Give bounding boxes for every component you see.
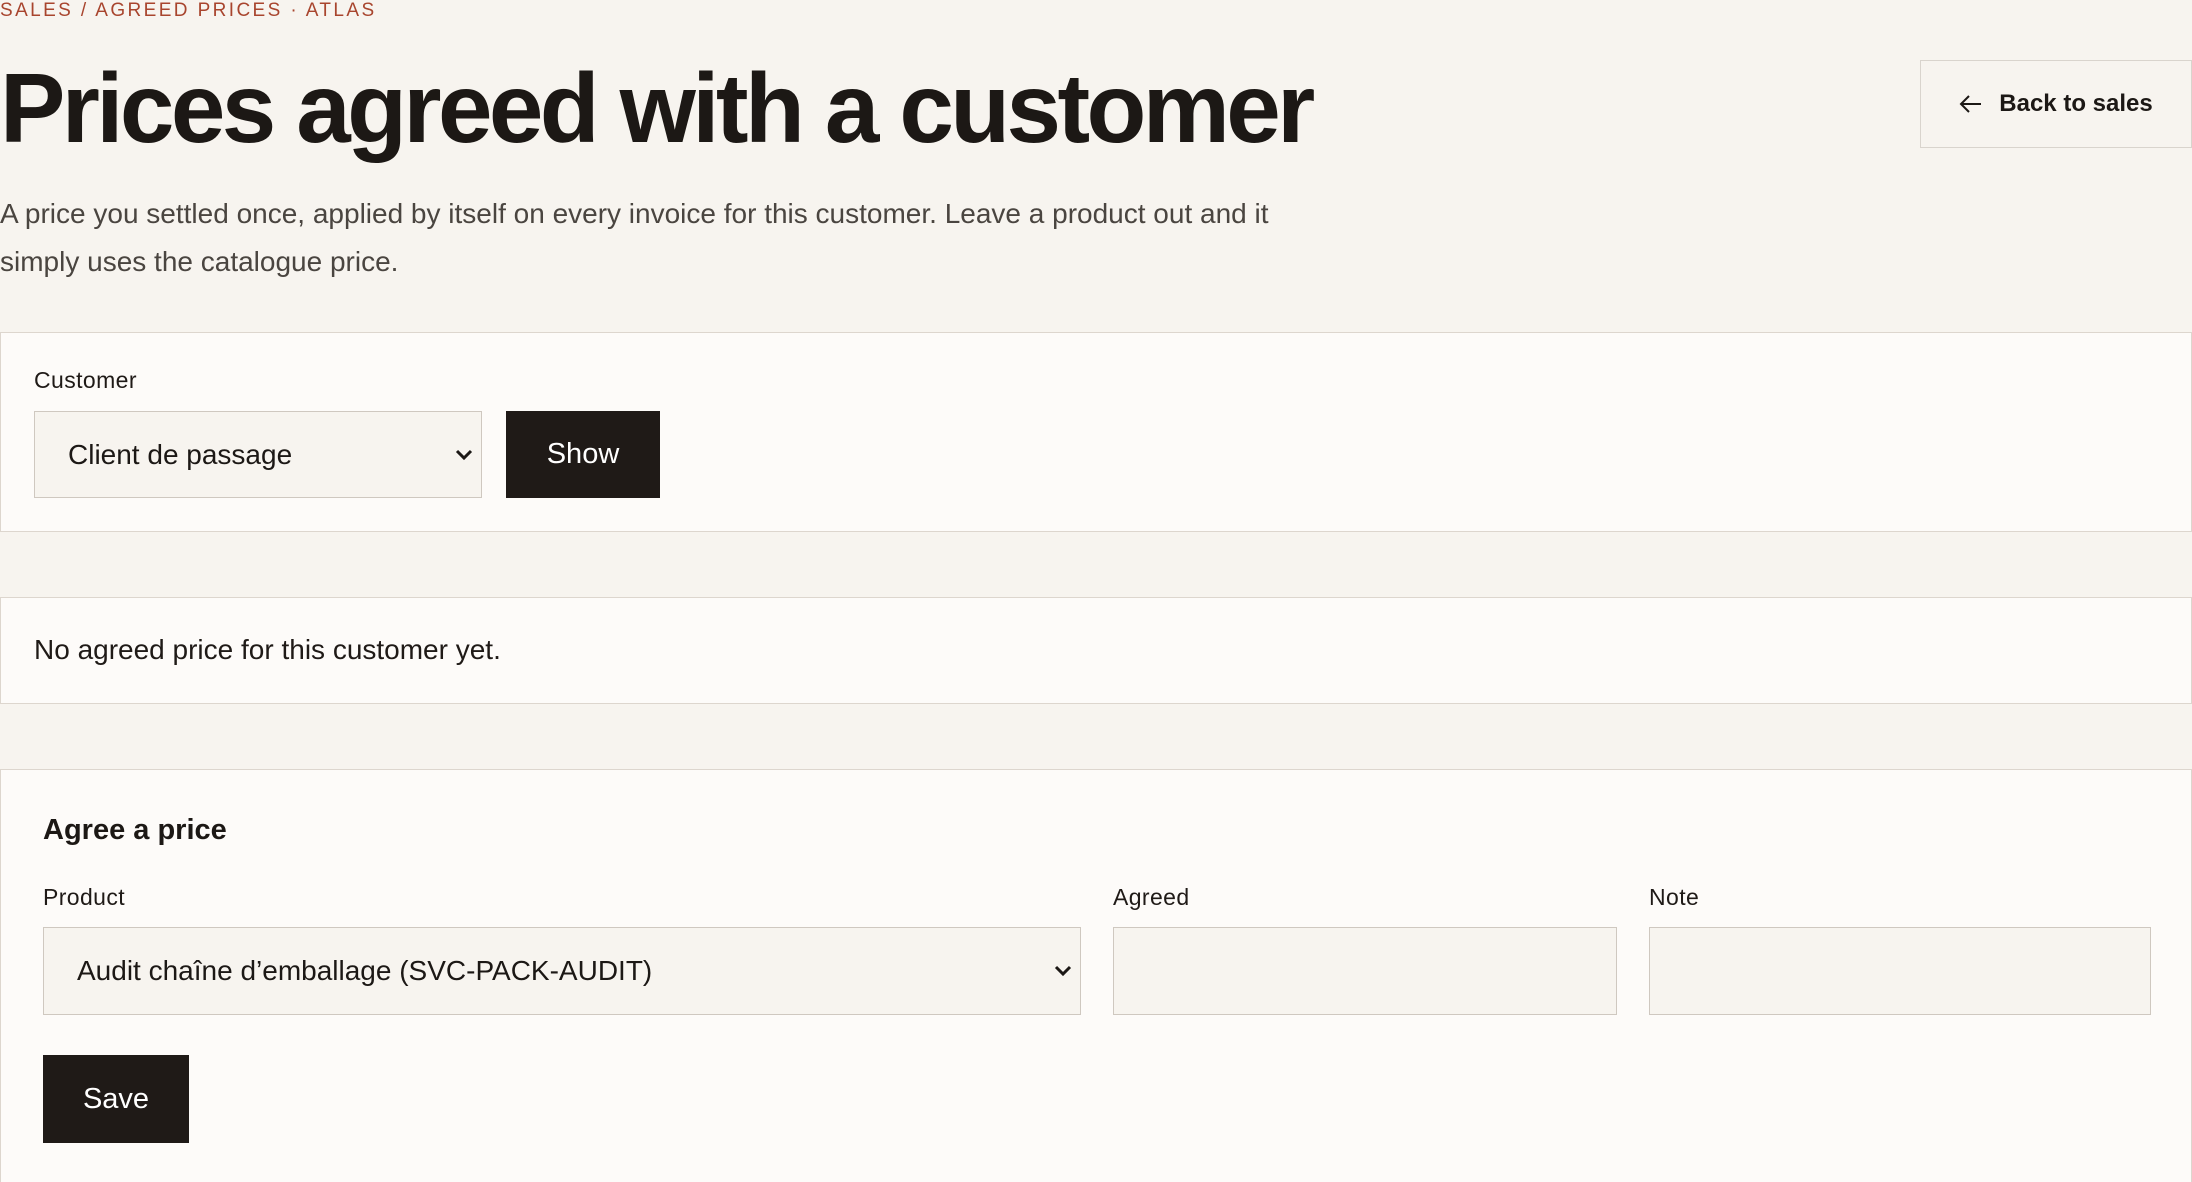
intro-text: A price you settled once, applied by its… bbox=[0, 198, 1269, 277]
empty-state-card: No agreed price for this customer yet. bbox=[0, 597, 2192, 704]
page-title: Prices agreed with a customer bbox=[0, 53, 1315, 163]
save-button[interactable]: Save bbox=[43, 1055, 189, 1143]
chevron-down-icon bbox=[455, 449, 473, 461]
agreed-price-input[interactable] bbox=[1113, 927, 1617, 1015]
note-label: Note bbox=[1649, 884, 1700, 910]
agreed-label: Agreed bbox=[1113, 884, 1190, 910]
empty-message: No agreed price for this customer yet. bbox=[34, 634, 501, 665]
product-select-value: Audit chaîne d’emballage (SVC-PACK-AUDIT… bbox=[77, 955, 653, 986]
show-button[interactable]: Show bbox=[506, 411, 660, 498]
note-input[interactable] bbox=[1649, 927, 2151, 1015]
back-to-sales-button[interactable]: Back to sales bbox=[1920, 60, 2192, 148]
product-label: Product bbox=[43, 884, 126, 910]
customer-filter-card: Customer Client de passage Show bbox=[0, 332, 2192, 532]
agree-price-card: Agree a price Product Audit chaîne d’emb… bbox=[0, 769, 2192, 1182]
agree-price-title: Agree a price bbox=[43, 814, 227, 846]
customer-select[interactable]: Client de passage bbox=[34, 411, 482, 498]
chevron-down-icon bbox=[1054, 965, 1072, 977]
arrow-left-icon bbox=[1959, 94, 1983, 114]
breadcrumb: SALES / AGREED PRICES · ATLAS bbox=[0, 0, 377, 21]
customer-label: Customer bbox=[34, 367, 137, 393]
product-select[interactable]: Audit chaîne d’emballage (SVC-PACK-AUDIT… bbox=[43, 927, 1081, 1015]
back-button-label: Back to sales bbox=[1999, 90, 2153, 117]
customer-select-value: Client de passage bbox=[68, 438, 293, 470]
